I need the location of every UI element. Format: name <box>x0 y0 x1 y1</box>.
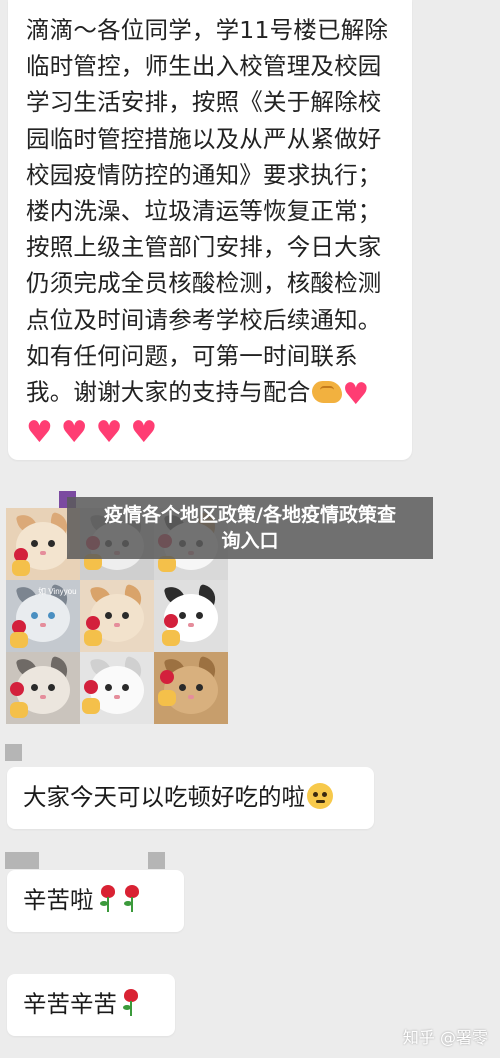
message-text: 我。谢谢大家的支持与配合 <box>26 378 311 407</box>
heart-emoji-icon: ♥ <box>95 415 123 451</box>
handshake-emoji-icon <box>312 381 343 404</box>
message-line: 仍须完成全员核酸检测，核酸检测 <box>26 269 382 298</box>
heart-emoji-icon: ♥ <box>130 415 158 451</box>
watermark: 知乎 @署零 <box>402 1028 488 1047</box>
message-line: 楼内洗澡、垃圾清运等恢复正常； <box>26 197 382 226</box>
heart-emoji-icon: ♥ <box>26 415 54 451</box>
chat-bubble[interactable]: 辛苦啦 <box>7 870 184 932</box>
banner-line: 询入口 <box>221 530 279 552</box>
cat-sticker-cell <box>154 580 228 652</box>
avatar-fragment <box>5 744 22 761</box>
cat-sticker-cell <box>80 652 154 724</box>
sticker-caption: 如 Vinyyou <box>38 587 77 596</box>
message-line: 校园疫情防控的通知》要求执行； <box>26 160 382 189</box>
article-title-banner[interactable]: 疫情各个地区政策/各地疫情政策查 询入口 <box>67 497 433 559</box>
message-line: 如有任何问题，可第一时间联系 <box>26 341 358 370</box>
message-line: 学习生活安排，按照《关于解除校 <box>26 88 382 117</box>
cat-sticker-cell: 如 Vinyyou <box>6 580 80 652</box>
message-line-last: 我。谢谢大家的支持与配合 ♥ <box>26 374 398 410</box>
rose-emoji-icon <box>98 885 118 913</box>
message-line: 园临时管控措施以及从严从紧做好 <box>26 124 382 153</box>
chat-bubble[interactable]: 大家今天可以吃顿好吃的啦 <box>7 767 374 829</box>
chat-bubble-announcement[interactable]: 滴滴～各位同学，学11号楼已解除 临时管控，师生出入校管理及校园 学习生活安排，… <box>8 0 412 460</box>
rose-emoji-icon <box>121 989 141 1017</box>
chat-bubble[interactable]: 辛苦辛苦 <box>7 974 175 1036</box>
message-line: 临时管控，师生出入校管理及校园 <box>26 52 382 81</box>
cat-sticker-cell <box>6 652 80 724</box>
cat-sticker-cell <box>154 652 228 724</box>
message-line: 滴滴～各位同学，学11号楼已解除 <box>26 16 389 44</box>
message-text: 辛苦啦 <box>23 886 94 914</box>
avatar-fragment <box>148 852 165 869</box>
rose-emoji-icon <box>122 885 142 913</box>
cat-sticker-cell <box>80 580 154 652</box>
heart-emoji-icon: ♥ <box>60 415 88 451</box>
avatar-fragment <box>5 852 39 869</box>
heart-row: ♥ ♥ ♥ ♥ <box>26 412 398 448</box>
message-line: 点位及时间请参考学校后续通知。 <box>26 305 382 334</box>
banner-line: 疫情各个地区政策/各地疫情政策查 <box>104 504 396 526</box>
message-text: 辛苦辛苦 <box>23 990 117 1018</box>
smiley-emoji-icon <box>307 783 333 809</box>
message-text: 大家今天可以吃顿好吃的啦 <box>23 783 305 811</box>
heart-emoji-icon: ♥ <box>342 377 370 413</box>
message-line: 按照上级主管部门安排，今日大家 <box>26 233 382 262</box>
